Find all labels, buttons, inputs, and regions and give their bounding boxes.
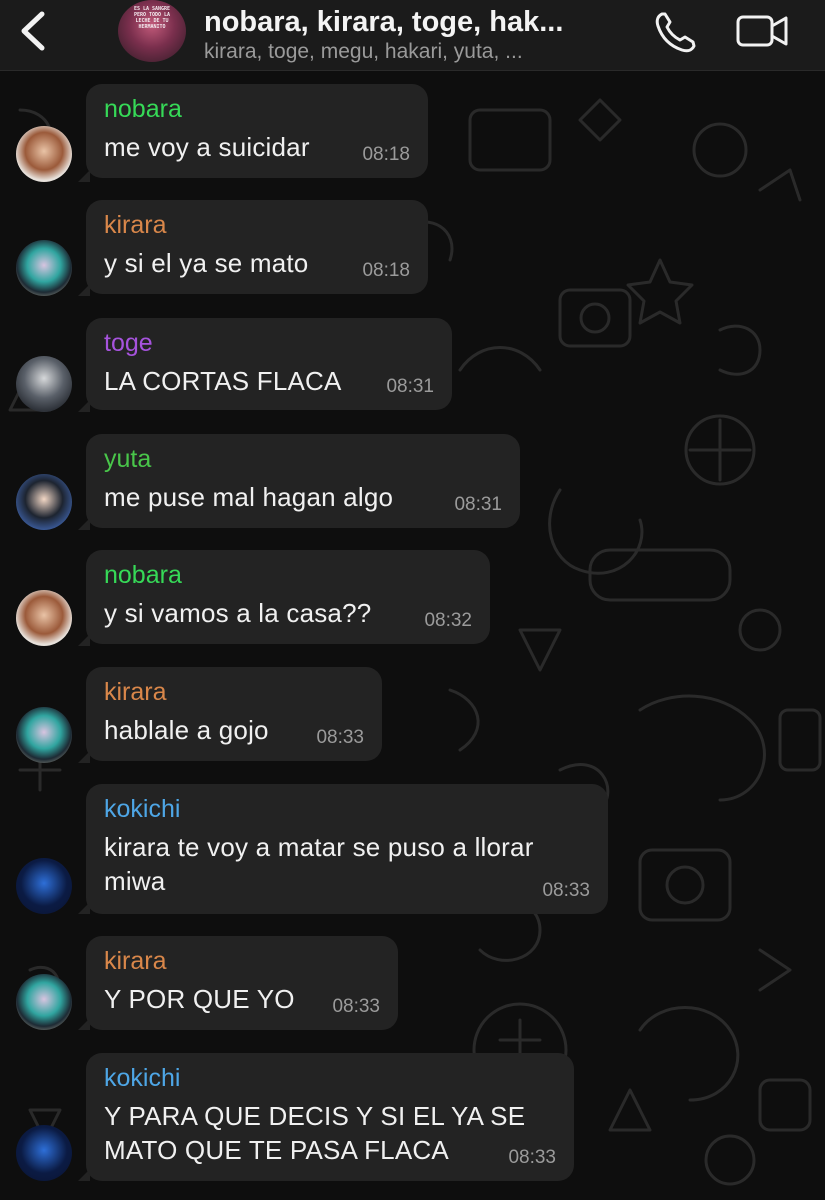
message-bubble[interactable]: nobara me voy a suicidar 08:18 bbox=[86, 84, 428, 178]
message-text: y si vamos a la casa?? bbox=[104, 598, 372, 628]
sender-name: kirara bbox=[104, 678, 167, 706]
avatar-yuta[interactable] bbox=[16, 474, 72, 530]
message-time: 08:33 bbox=[508, 1147, 556, 1168]
sender-name: nobara bbox=[104, 561, 182, 589]
message-bubble[interactable]: yuta me puse mal hagan algo 08:31 bbox=[86, 434, 520, 528]
sender-name: nobara bbox=[104, 95, 182, 123]
phone-icon bbox=[655, 12, 696, 53]
sender-name: kokichi bbox=[104, 795, 181, 823]
message-text: LA CORTAS FLACA bbox=[104, 366, 342, 396]
sender-name: toge bbox=[104, 329, 153, 357]
message-text: Y PARA QUE DECIS Y SI EL YA SE MATO QUE … bbox=[104, 1101, 526, 1165]
bubble-tail bbox=[78, 170, 90, 182]
video-call-button[interactable] bbox=[734, 10, 790, 52]
avatar-kirara[interactable] bbox=[16, 707, 72, 763]
message-time: 08:31 bbox=[454, 494, 502, 515]
message-bubble[interactable]: kokichi kirara te voy a matar se puso a … bbox=[86, 784, 608, 914]
message-list[interactable]: nobara me voy a suicidar 08:18 kirara y … bbox=[0, 0, 825, 1200]
avatar-nobara[interactable] bbox=[16, 590, 72, 646]
sender-name: kirara bbox=[104, 211, 167, 239]
avatar-kirara[interactable] bbox=[16, 240, 72, 296]
message-bubble[interactable]: nobara y si vamos a la casa?? 08:32 bbox=[86, 550, 490, 644]
chat-header: ES LA SANGRE PERO TODO LA LECHE DE TU HE… bbox=[0, 0, 825, 71]
message-bubble[interactable]: kokichi Y PARA QUE DECIS Y SI EL YA SE M… bbox=[86, 1053, 574, 1181]
avatar-kirara[interactable] bbox=[16, 974, 72, 1030]
chat-title[interactable]: nobara, kirara, toge, hak... bbox=[204, 6, 634, 39]
message-bubble[interactable]: kirara hablale a gojo 08:33 bbox=[86, 667, 382, 761]
message-time: 08:33 bbox=[332, 996, 380, 1017]
chat-participants[interactable]: kirara, toge, megu, hakari, yuta, ... bbox=[204, 40, 634, 64]
group-avatar[interactable]: ES LA SANGRE PERO TODO LA LECHE DE TU HE… bbox=[118, 0, 186, 62]
message-text: kirara te voy a matar se puso a llorar m… bbox=[104, 832, 534, 896]
message-time: 08:33 bbox=[542, 880, 590, 901]
sender-name: kirara bbox=[104, 947, 167, 975]
voice-call-button[interactable] bbox=[652, 8, 698, 54]
group-avatar-shirt-text: ES LA SANGRE PERO TODO LA LECHE DE TU HE… bbox=[133, 6, 171, 30]
back-button[interactable] bbox=[14, 8, 54, 54]
chevron-left-icon bbox=[21, 11, 45, 51]
avatar-toge[interactable] bbox=[16, 356, 72, 412]
message-text: me puse mal hagan algo bbox=[104, 482, 394, 512]
chat-screen: ES LA SANGRE PERO TODO LA LECHE DE TU HE… bbox=[0, 0, 825, 1200]
message-time: 08:32 bbox=[424, 610, 472, 631]
message-time: 08:33 bbox=[316, 727, 364, 748]
message-time: 08:31 bbox=[386, 376, 434, 397]
message-time: 08:18 bbox=[362, 144, 410, 165]
sender-name: kokichi bbox=[104, 1064, 181, 1092]
message-time: 08:18 bbox=[362, 260, 410, 281]
sender-name: yuta bbox=[104, 445, 152, 473]
avatar-kokichi[interactable] bbox=[16, 1125, 72, 1181]
message-bubble[interactable]: toge LA CORTAS FLACA 08:31 bbox=[86, 318, 452, 410]
message-bubble[interactable]: kirara Y POR QUE YO 08:33 bbox=[86, 936, 398, 1030]
avatar-nobara[interactable] bbox=[16, 126, 72, 182]
avatar-kokichi[interactable] bbox=[16, 858, 72, 914]
video-camera-icon bbox=[736, 15, 788, 47]
message-bubble[interactable]: kirara y si el ya se mato 08:18 bbox=[86, 200, 428, 294]
